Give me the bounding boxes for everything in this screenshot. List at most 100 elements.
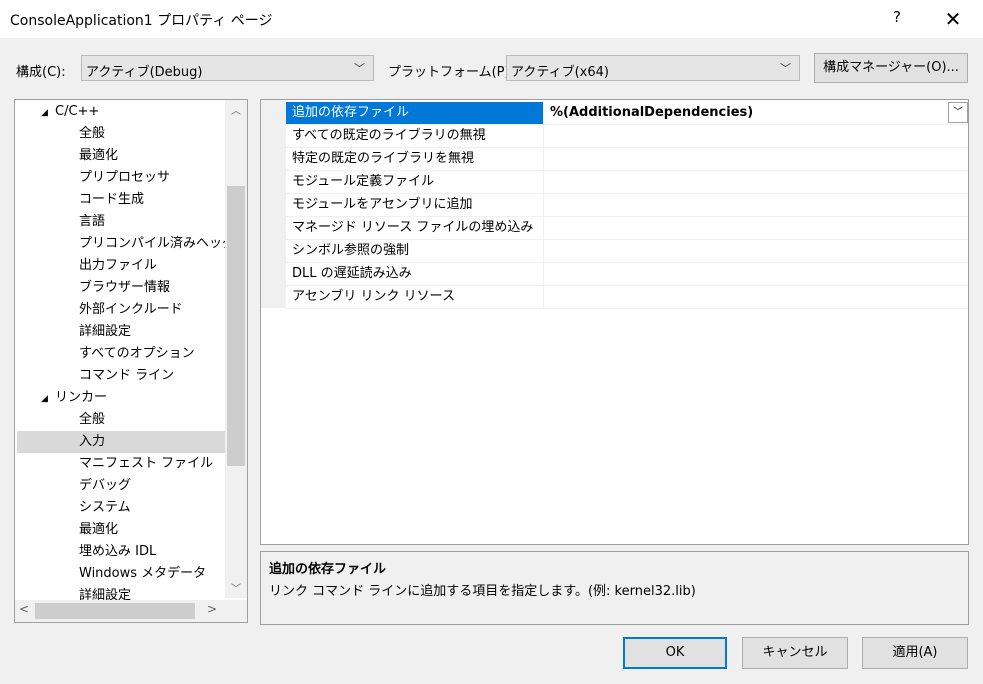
apply-button[interactable]: 適用(A): [862, 637, 968, 669]
property-value[interactable]: [546, 240, 966, 262]
tree-item[interactable]: コード生成: [17, 189, 225, 211]
expand-triangle-icon[interactable]: ◢: [41, 102, 55, 124]
property-row[interactable]: すべての既定のライブラリの無視: [286, 125, 968, 148]
tree-item[interactable]: デバッグ: [17, 475, 225, 497]
property-grid: 追加の依存ファイル %(AdditionalDependencies) ﹀ すべての既…: [260, 99, 969, 545]
tree-item-label: リンカー: [55, 390, 108, 405]
platform-select[interactable]: アクティブ(x64) ﹀: [506, 55, 800, 81]
tree-item[interactable]: 入力: [17, 431, 225, 453]
property-value[interactable]: [546, 286, 966, 308]
expand-triangle-icon[interactable]: ◢: [41, 388, 55, 410]
property-name[interactable]: 追加の依存ファイル: [286, 102, 544, 124]
property-value[interactable]: [546, 171, 966, 193]
property-value[interactable]: [546, 217, 966, 239]
tree-item[interactable]: 外部インクルード: [17, 299, 225, 321]
tree-item-label: Windows メタデータ: [79, 566, 207, 581]
chevron-down-icon[interactable]: ﹀: [948, 102, 968, 123]
scroll-down-icon[interactable]: ﹀: [225, 580, 247, 595]
scroll-thumb[interactable]: [227, 186, 245, 466]
property-row[interactable]: アセンブリ リンク リソース: [286, 286, 968, 309]
property-value[interactable]: [546, 125, 966, 147]
description-title: 追加の依存ファイル: [269, 562, 387, 577]
tree-item-label: コマンド ライン: [79, 368, 175, 383]
tree-item-label: プリコンパイル済みヘッダー: [79, 236, 248, 251]
category-tree: ◢ C/C++ 全般 最適化 プリプロセッサ コード生成 言語 プリコンパイル済みヘッダー 出力…: [14, 99, 248, 623]
scroll-thumb-horizontal[interactable]: [35, 603, 195, 619]
tree-item[interactable]: 最適化: [17, 519, 225, 541]
chevron-down-icon: ﹀: [780, 62, 791, 75]
tree-item[interactable]: すべてのオプション: [17, 343, 225, 365]
config-select[interactable]: アクティブ(Debug) ﹀: [81, 55, 374, 81]
tree-item[interactable]: ◢ C/C++: [41, 101, 225, 123]
ok-button[interactable]: OK: [623, 637, 727, 669]
config-value: アクティブ(Debug): [86, 65, 203, 80]
tree-item-label: システム: [79, 500, 131, 515]
tree-item-label: 全般: [79, 126, 106, 141]
property-name[interactable]: マネージド リソース ファイルの埋め込み: [286, 217, 544, 239]
property-name[interactable]: シンボル参照の強制: [286, 240, 544, 262]
property-value[interactable]: %(AdditionalDependencies): [546, 102, 966, 124]
property-name[interactable]: モジュール定義ファイル: [286, 171, 544, 193]
tree-item[interactable]: 出力ファイル: [17, 255, 225, 277]
property-row[interactable]: モジュールをアセンブリに追加: [286, 194, 968, 217]
tree-item[interactable]: ◢ リンカー: [41, 387, 225, 409]
cancel-button[interactable]: キャンセル: [742, 637, 848, 669]
tree-item-label: マニフェスト ファイル: [79, 456, 214, 471]
tree-item[interactable]: ブラウザー情報: [17, 277, 225, 299]
tree-item[interactable]: 詳細設定: [17, 321, 225, 343]
scroll-corner: [225, 600, 247, 622]
help-button[interactable]: ?: [882, 8, 912, 30]
tree-item-label: 外部インクルード: [79, 302, 183, 317]
tree-item[interactable]: 全般: [17, 409, 225, 431]
tree-item-label: 出力ファイル: [79, 258, 158, 273]
property-value[interactable]: [546, 148, 966, 170]
tree-horizontal-scrollbar[interactable]: < >: [15, 600, 225, 622]
property-name[interactable]: モジュールをアセンブリに追加: [286, 194, 544, 216]
config-manager-button[interactable]: 構成マネージャー(O)...: [814, 53, 968, 83]
description-text: リンク コマンド ラインに追加する項目を指定します。(例: kernel32.l…: [269, 584, 696, 599]
tree-item[interactable]: Windows メタデータ: [17, 563, 225, 585]
scroll-up-icon[interactable]: ︿: [225, 102, 247, 117]
tree-vertical-scrollbar[interactable]: ︿ ﹀: [225, 100, 247, 598]
tree-item[interactable]: プリコンパイル済みヘッダー: [17, 233, 247, 255]
tree-item[interactable]: 言語: [17, 211, 225, 233]
property-name[interactable]: アセンブリ リンク リソース: [286, 286, 544, 308]
tree-item-label: 入力: [79, 434, 106, 449]
tree-item-label: すべてのオプション: [79, 346, 195, 361]
tree-item-label: 最適化: [79, 148, 119, 163]
tree-item-label: 最適化: [79, 522, 119, 537]
scroll-right-icon[interactable]: >: [207, 602, 217, 616]
property-name[interactable]: DLL の遅延読み込み: [286, 263, 544, 285]
property-value[interactable]: [546, 194, 966, 216]
tree-item[interactable]: 全般: [17, 123, 225, 145]
tree-item-label: デバッグ: [79, 478, 132, 493]
property-row[interactable]: DLL の遅延読み込み: [286, 263, 968, 286]
tree-item[interactable]: プリプロセッサ: [17, 167, 225, 189]
property-row[interactable]: 特定の既定のライブラリを無視: [286, 148, 968, 171]
tree-item[interactable]: マニフェスト ファイル: [17, 453, 225, 475]
property-value[interactable]: [546, 263, 966, 285]
tree-item[interactable]: コマンド ライン: [17, 365, 225, 387]
property-row[interactable]: マネージド リソース ファイルの埋め込み: [286, 217, 968, 240]
property-row[interactable]: シンボル参照の強制: [286, 240, 968, 263]
platform-label: プラットフォーム(P):: [388, 65, 514, 80]
chevron-down-icon: ﹀: [354, 62, 365, 75]
property-row[interactable]: 追加の依存ファイル %(AdditionalDependencies) ﹀: [286, 102, 968, 125]
tree-item[interactable]: 最適化: [17, 145, 225, 167]
close-button[interactable]: ✕: [936, 6, 970, 32]
tree-item[interactable]: システム: [17, 497, 225, 519]
property-name[interactable]: すべての既定のライブラリの無視: [286, 125, 544, 147]
scroll-left-icon[interactable]: <: [19, 602, 29, 616]
tree-item-label: C/C++: [55, 104, 100, 119]
property-name[interactable]: 特定の既定のライブラリを無視: [286, 148, 544, 170]
tree-item-label: 詳細設定: [79, 324, 132, 339]
grid-gutter: [261, 100, 286, 308]
tree-item-label: ブラウザー情報: [79, 280, 171, 295]
tree-item-label: 言語: [79, 214, 106, 229]
property-row[interactable]: モジュール定義ファイル: [286, 171, 968, 194]
tree-item[interactable]: 埋め込み IDL: [17, 541, 225, 563]
description-panel: 追加の依存ファイル リンク コマンド ラインに追加する項目を指定します。(例: …: [260, 551, 969, 625]
window-title: ConsoleApplication1 プロパティ ページ: [10, 13, 273, 29]
config-label: 構成(C):: [16, 65, 66, 80]
tree-item-label: 全般: [79, 412, 106, 427]
